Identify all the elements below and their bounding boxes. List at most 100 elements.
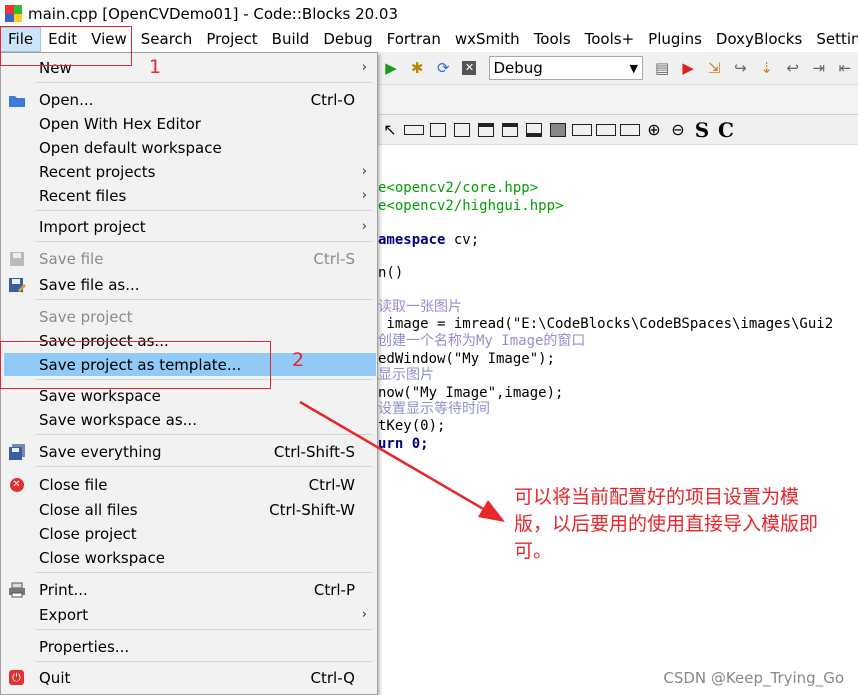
menu-search[interactable]: Search bbox=[134, 27, 200, 52]
annotation-number-2: 2 bbox=[292, 349, 305, 371]
debug-start-icon[interactable]: ▶ bbox=[678, 57, 698, 79]
menu-quit[interactable]: ⏻ Quit Ctrl-Q bbox=[1, 666, 377, 689]
menu-wxsmith[interactable]: wxSmith bbox=[448, 27, 527, 52]
menu-save-file-as-label: Save file as... bbox=[39, 275, 140, 294]
code-line-1: e<opencv2/core.hpp> bbox=[378, 180, 539, 196]
menu-save-project[interactable]: Save project bbox=[1, 305, 377, 328]
step-into-icon[interactable]: ⇣ bbox=[757, 57, 777, 79]
next-instruction-icon[interactable]: ⇥ bbox=[809, 57, 829, 79]
menu-separator bbox=[35, 434, 373, 435]
title-bar: main.cpp [OpenCVDemo01] - Code::Blocks 2… bbox=[0, 0, 858, 27]
expand-icon[interactable] bbox=[547, 119, 569, 141]
zoom-out-icon[interactable]: ⊖ bbox=[667, 119, 689, 141]
menu-debug[interactable]: Debug bbox=[316, 27, 379, 52]
menu-close-file-label: Close file bbox=[39, 475, 108, 494]
build-target-select[interactable]: Debug ▼ bbox=[488, 56, 644, 80]
menu-tools-plus[interactable]: Tools+ bbox=[578, 27, 642, 52]
border-all-icon[interactable] bbox=[619, 119, 641, 141]
annotation-box-1 bbox=[0, 26, 132, 66]
step-out-icon[interactable]: ↩ bbox=[783, 57, 803, 79]
menu-print[interactable]: Print... Ctrl-P bbox=[1, 578, 377, 601]
menu-close-workspace-label: Close workspace bbox=[39, 548, 165, 567]
menu-close-all-files[interactable]: Close all files Ctrl-Shift-W bbox=[1, 498, 377, 521]
code-line-4: n() bbox=[378, 265, 404, 281]
chevron-right-icon: › bbox=[361, 188, 367, 203]
target-options-icon[interactable]: ▤ bbox=[652, 57, 672, 79]
menu-open-hex[interactable]: Open With Hex Editor bbox=[1, 112, 377, 135]
next-line-icon[interactable]: ↪ bbox=[730, 57, 750, 79]
menu-save-file[interactable]: Save file Ctrl-S bbox=[1, 247, 377, 270]
panel-icon[interactable] bbox=[403, 119, 425, 141]
menu-close-workspace[interactable]: Close workspace bbox=[1, 546, 377, 569]
menu-separator bbox=[35, 241, 373, 242]
border-right-icon[interactable] bbox=[595, 119, 617, 141]
menu-tools[interactable]: Tools bbox=[527, 27, 578, 52]
code-editor[interactable]: e<opencv2/core.hpp> e<opencv2/highgui.hp… bbox=[378, 146, 858, 695]
menu-properties[interactable]: Properties... bbox=[1, 635, 377, 658]
wxsmith-toolbar: ↖ ⊕ ⊖ S C bbox=[378, 115, 858, 145]
menu-save-everything[interactable]: Save everything Ctrl-Shift-S bbox=[1, 440, 377, 463]
code-line-9: 显示图片 bbox=[378, 367, 434, 383]
menu-import-project-label: Import project bbox=[39, 217, 146, 236]
code-line-12: tKey(0); bbox=[378, 418, 446, 434]
abort-icon[interactable]: ✕ bbox=[459, 57, 479, 79]
menu-recent-files-label: Recent files bbox=[39, 186, 127, 205]
code-line-5: 读取一张图片 bbox=[378, 299, 462, 315]
annotation-box-2 bbox=[0, 341, 271, 389]
align-middle-icon[interactable] bbox=[499, 119, 521, 141]
menu-close-project[interactable]: Close project bbox=[1, 522, 377, 545]
s-glyph-icon[interactable]: S bbox=[691, 118, 713, 142]
menu-open-label: Open... bbox=[39, 90, 94, 109]
menu-save-file-as[interactable]: Save file as... bbox=[1, 273, 377, 296]
menu-open-shortcut: Ctrl-O bbox=[310, 90, 355, 109]
boxsizer-icon[interactable] bbox=[427, 119, 449, 141]
border-left-icon[interactable] bbox=[571, 119, 593, 141]
menu-project[interactable]: Project bbox=[199, 27, 264, 52]
c-glyph-icon[interactable]: C bbox=[715, 118, 737, 142]
menu-open-default-workspace[interactable]: Open default workspace bbox=[1, 136, 377, 159]
menu-save-file-label: Save file bbox=[39, 249, 104, 268]
menu-fortran[interactable]: Fortran bbox=[380, 27, 448, 52]
menu-open[interactable]: Open... Ctrl-O bbox=[1, 88, 377, 111]
pointer-icon[interactable]: ↖ bbox=[379, 119, 401, 141]
align-top-icon[interactable] bbox=[475, 119, 497, 141]
codeblocks-app-icon bbox=[5, 5, 22, 22]
zoom-in-icon[interactable]: ⊕ bbox=[643, 119, 665, 141]
menu-import-project[interactable]: Import project › bbox=[1, 215, 377, 238]
menu-settings[interactable]: Setting bbox=[809, 27, 858, 52]
chevron-down-icon: ▼ bbox=[629, 61, 639, 75]
run-to-cursor-icon[interactable]: ⇲ bbox=[704, 57, 724, 79]
code-line-3: amespace cv; bbox=[378, 232, 480, 248]
power-icon: ⏻ bbox=[7, 668, 26, 687]
menu-doxyblocks[interactable]: DoxyBlocks bbox=[709, 27, 809, 52]
menu-close-all-files-shortcut: Ctrl-Shift-W bbox=[269, 500, 355, 519]
menu-open-default-workspace-label: Open default workspace bbox=[39, 138, 222, 157]
menu-save-workspace-as-label: Save workspace as... bbox=[39, 410, 197, 429]
menu-separator bbox=[35, 572, 373, 573]
code-line-11: 设置显示等待时间 bbox=[378, 401, 490, 417]
menu-recent-projects-label: Recent projects bbox=[39, 162, 156, 181]
menu-recent-projects[interactable]: Recent projects › bbox=[1, 160, 377, 183]
menu-open-hex-label: Open With Hex Editor bbox=[39, 114, 201, 133]
build-toolbar: ▶ ✱ ⟳ ✕ Debug ▼ ▤ ▶ ⇲ ↪ ⇣ ↩ ⇥ ⇤ bbox=[378, 52, 858, 85]
step-instruction-icon[interactable]: ⇤ bbox=[835, 57, 855, 79]
menu-close-project-label: Close project bbox=[39, 524, 137, 543]
menu-close-file[interactable]: ✕ Close file Ctrl-W bbox=[1, 473, 377, 496]
chevron-right-icon: › bbox=[361, 607, 367, 622]
build-run-icon[interactable]: ✱ bbox=[407, 57, 427, 79]
menu-recent-files[interactable]: Recent files › bbox=[1, 184, 377, 207]
menu-build[interactable]: Build bbox=[265, 27, 317, 52]
menu-export[interactable]: Export › bbox=[1, 603, 377, 626]
menu-export-label: Export bbox=[39, 605, 89, 624]
menu-save-project-label: Save project bbox=[39, 307, 133, 326]
run-icon[interactable]: ▶ bbox=[381, 57, 401, 79]
rebuild-icon[interactable]: ⟳ bbox=[433, 57, 453, 79]
menu-separator bbox=[35, 466, 373, 467]
menu-plugins[interactable]: Plugins bbox=[641, 27, 709, 52]
save-all-icon bbox=[7, 442, 26, 461]
code-line-2: e<opencv2/highgui.hpp> bbox=[378, 198, 564, 214]
chevron-right-icon: › bbox=[361, 219, 367, 234]
align-bottom-icon[interactable] bbox=[523, 119, 545, 141]
gridsizer-icon[interactable] bbox=[451, 119, 473, 141]
menu-save-workspace-as[interactable]: Save workspace as... bbox=[1, 408, 377, 431]
